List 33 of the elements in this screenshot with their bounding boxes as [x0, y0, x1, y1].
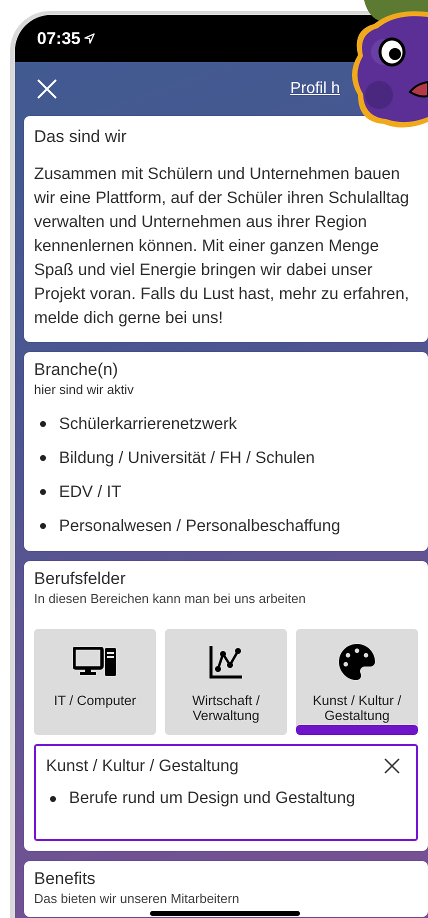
status-time: 07:35 [37, 28, 80, 50]
section-title: Branche(n) [34, 360, 120, 380]
section-title: Benefits [34, 869, 96, 889]
close-icon[interactable] [384, 756, 402, 775]
section-subtitle: Das bieten wir unseren Mitarbeitern [34, 890, 240, 908]
section-title: Berufsfelder [34, 569, 127, 589]
bullet-icon [50, 796, 56, 802]
bullet-icon [40, 489, 46, 495]
close-icon[interactable] [35, 77, 59, 101]
location-arrow-icon [84, 33, 96, 44]
branch-item: Personalwesen / Personalbeschaffung [59, 516, 340, 537]
field-tile[interactable]: Kunst / Kultur / Gestaltung [296, 628, 418, 734]
branch-item: Bildung / Universität / FH / Schulen [59, 448, 315, 469]
section-title: Das sind wir [34, 126, 128, 148]
detail-item: Berufe rund um Design und Gestaltung [69, 788, 356, 810]
section-subtitle: hier sind wir aktiv [34, 380, 135, 398]
bullet-icon [40, 455, 46, 461]
section-subtitle: In diesen Bereichen kann man bei uns arbeiten [34, 590, 307, 608]
palette-icon [339, 644, 375, 680]
profile-link[interactable]: Profil h [290, 77, 340, 101]
tile-label: Kunst / Kultur / Gestaltung [312, 692, 402, 722]
detail-title: Kunst / Kultur / Gestaltung [46, 756, 239, 776]
tile-label: Wirtschaft / Verwaltung [191, 692, 261, 722]
branch-item: Schülerkarrierenetzwerk [59, 414, 237, 435]
about-paragraph: Zusammen mit Schülern und Unternehmen bauen wir eine Plattform, auf der Schüler ihren Schulalltag verwalten und Unternehmen aus ihrer Region kennenlernen können. Mit einer ganzen Menge Spaß und viel Energie bringen wir dabei unser Projekt voran. Falls du Lust hast, mehr zu erfahren, melde dich gerne bei uns! [34, 164, 410, 328]
branch-item: EDV / IT [59, 482, 122, 503]
line-chart-icon [209, 644, 243, 678]
bullet-icon [40, 421, 46, 427]
field-tile[interactable]: Wirtschaft / Verwaltung [165, 628, 287, 734]
computer-icon [73, 646, 117, 676]
field-tile[interactable]: IT / Computer [34, 628, 156, 734]
bullet-icon [40, 523, 46, 529]
tile-label: IT / Computer [52, 692, 138, 708]
